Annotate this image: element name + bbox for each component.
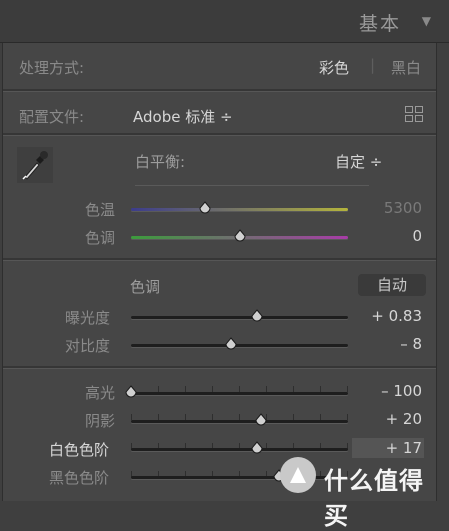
contrast-label: 对比度 [65, 337, 111, 355]
tone-label: 色调 [130, 278, 161, 296]
tick-mark [347, 386, 348, 392]
shadows-label: 阴影 [85, 412, 116, 430]
tick-mark [347, 414, 348, 420]
divider [3, 258, 436, 261]
auto-tone-button[interactable]: 自动 [358, 274, 426, 296]
exposure-value[interactable]: + 0.83 [371, 307, 422, 325]
collapse-triangle-icon[interactable]: ▼ [422, 14, 431, 28]
divider [3, 366, 436, 369]
whites-slider-thumb[interactable] [250, 441, 264, 455]
contrast-value[interactable]: – 8 [400, 335, 422, 353]
highlights-label: 高光 [85, 384, 116, 402]
tint-slider-thumb[interactable] [233, 229, 247, 243]
panel-title: 基本 [358, 13, 401, 35]
temp-slider-thumb[interactable] [198, 201, 212, 215]
profile-label: 配置文件: [19, 108, 85, 126]
basic-panel: 处理方式: 彩色 | 黑白 配置文件: Adobe 标准 ÷ 白平衡: 自定 ÷… [2, 43, 437, 501]
eyedropper-icon[interactable] [17, 147, 53, 183]
temp-value[interactable]: 5300 [384, 199, 422, 217]
tint-value[interactable]: 0 [412, 227, 422, 245]
profile-select[interactable]: Adobe 标准 ÷ [133, 106, 233, 127]
highlights-slider-track[interactable] [131, 392, 348, 395]
wb-underline [135, 185, 369, 186]
highlights-slider-thumb[interactable] [124, 385, 138, 399]
contrast-slider-thumb[interactable] [224, 337, 238, 351]
treatment-bw-option[interactable]: 黑白 [391, 57, 421, 78]
whites-slider-track[interactable] [131, 448, 348, 451]
watermark-text: 什么值得买 [324, 467, 424, 530]
shadows-value[interactable]: + 20 [386, 410, 422, 428]
shadows-slider-thumb[interactable] [254, 413, 268, 427]
treatment-color-option[interactable]: 彩色 [319, 57, 349, 78]
watermark: 什么值得买 [280, 455, 445, 530]
temp-slider-track[interactable] [131, 208, 348, 211]
contrast-slider-track[interactable] [131, 344, 348, 347]
shadows-slider-track[interactable] [131, 420, 348, 423]
tint-label: 色调 [85, 229, 116, 247]
temp-label: 色温 [85, 201, 116, 219]
exposure-slider-thumb[interactable] [250, 309, 264, 323]
white-balance-select[interactable]: 自定 ÷ [335, 151, 382, 172]
treatment-divider: | [370, 56, 376, 74]
exposure-slider-track[interactable] [131, 316, 348, 319]
exposure-label: 曝光度 [65, 309, 111, 327]
treatment-label: 处理方式: [19, 59, 85, 77]
blacks-label: 黑色色阶 [49, 469, 110, 487]
white-balance-label: 白平衡: [135, 153, 186, 171]
profile-browser-grid-icon[interactable] [405, 106, 423, 122]
panel-header[interactable]: 基本 ▼ [0, 0, 449, 43]
highlights-value[interactable]: – 100 [381, 382, 422, 400]
watermark-logo-icon [280, 457, 316, 493]
whites-label: 白色色阶 [49, 441, 110, 459]
divider [3, 133, 436, 136]
divider [3, 89, 436, 92]
